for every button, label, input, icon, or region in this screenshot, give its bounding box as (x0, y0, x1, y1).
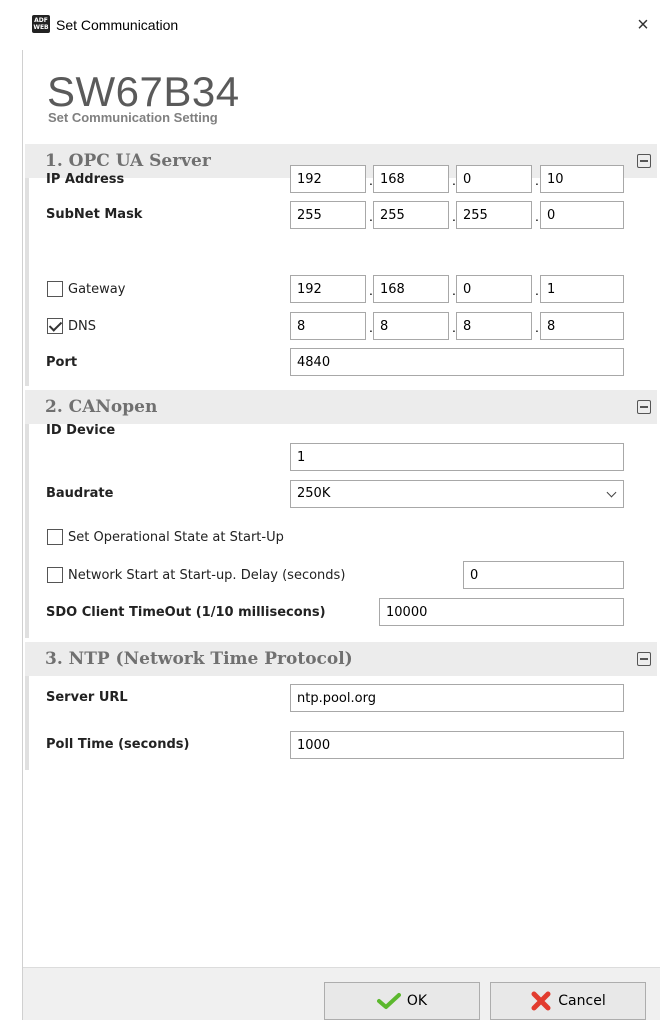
op-state-label: Set Operational State at Start-Up (68, 530, 284, 545)
section-header-ntp[interactable]: 3. NTP (Network Time Protocol) (25, 642, 657, 676)
net-start-delay-input[interactable] (463, 561, 624, 589)
gateway-octet-1[interactable] (290, 275, 366, 303)
dns-octet-4[interactable] (540, 312, 624, 340)
id-device-label: ID Device (46, 423, 116, 438)
ip-octet-4[interactable] (540, 165, 624, 193)
section-rail (25, 676, 29, 770)
close-icon[interactable]: × (628, 10, 658, 40)
baudrate-label: Baudrate (46, 486, 114, 501)
dns-label: DNS (68, 319, 96, 334)
app-name: SW67B34 (47, 68, 240, 115)
octet-separator: . (535, 282, 539, 298)
mask-octet-1[interactable] (290, 201, 366, 229)
gateway-octet-2[interactable] (373, 275, 449, 303)
chevron-down-icon (606, 487, 617, 498)
poll-time-input[interactable] (290, 731, 624, 759)
section-rail (25, 178, 29, 386)
section-header-canopen[interactable]: 2. CANopen (25, 390, 657, 424)
section-title: 1. OPC UA Server (45, 151, 211, 171)
gateway-octet-4[interactable] (540, 275, 624, 303)
mask-octet-2[interactable] (373, 201, 449, 229)
subnet-mask-label: SubNet Mask (46, 207, 143, 222)
cancel-label: Cancel (558, 993, 606, 1009)
ip-octet-2[interactable] (373, 165, 449, 193)
baudrate-value: 250K (297, 486, 331, 501)
dns-octet-3[interactable] (456, 312, 532, 340)
ok-button[interactable]: OK (324, 982, 480, 1020)
gateway-label: Gateway (68, 282, 126, 297)
section-title: 3. NTP (Network Time Protocol) (45, 649, 353, 669)
octet-separator: . (535, 172, 539, 188)
ip-address-label: IP Address (46, 172, 125, 187)
octet-separator: . (535, 319, 539, 335)
op-state-checkbox[interactable] (47, 529, 63, 545)
port-input[interactable] (290, 348, 624, 376)
server-url-input[interactable] (290, 684, 624, 712)
poll-time-label: Poll Time (seconds) (46, 737, 190, 752)
app-icon: ADF WEB (32, 15, 50, 33)
cancel-button[interactable]: Cancel (490, 982, 646, 1020)
section-rail (25, 424, 29, 638)
octet-separator: . (535, 208, 539, 224)
ip-octet-3[interactable] (456, 165, 532, 193)
ip-octet-1[interactable] (290, 165, 366, 193)
dialog-body: SW67B34 Set Communication Setting 1. OPC… (22, 50, 660, 1020)
dns-octet-1[interactable] (290, 312, 366, 340)
window-title: Set Communication (56, 17, 179, 33)
gateway-octet-3[interactable] (456, 275, 532, 303)
baudrate-select[interactable]: 250K (290, 480, 624, 508)
dns-checkbox[interactable] (47, 318, 63, 334)
gateway-checkbox[interactable] (47, 281, 63, 297)
collapse-icon[interactable] (637, 400, 651, 414)
mask-octet-3[interactable] (456, 201, 532, 229)
sdo-timeout-input[interactable] (379, 598, 624, 626)
ok-label: OK (406, 993, 428, 1009)
dns-octet-2[interactable] (373, 312, 449, 340)
sdo-timeout-label: SDO Client TimeOut (1/10 millisecons) (46, 605, 326, 620)
net-start-checkbox[interactable] (47, 567, 63, 583)
app-subtitle: Set Communication Setting (48, 110, 218, 125)
collapse-icon[interactable] (637, 652, 651, 666)
collapse-icon[interactable] (637, 154, 651, 168)
window-titlebar: ADF WEB Set Communication × (0, 0, 660, 50)
server-url-label: Server URL (46, 690, 128, 705)
section-title: 2. CANopen (45, 397, 158, 417)
id-device-input[interactable] (290, 443, 624, 471)
net-start-label: Network Start at Start-up. Delay (second… (68, 568, 346, 583)
cancel-x-icon (531, 991, 551, 1011)
ok-check-icon (376, 993, 401, 1009)
button-bar: OK Cancel (23, 967, 660, 1020)
mask-octet-4[interactable] (540, 201, 624, 229)
port-label: Port (46, 355, 78, 370)
